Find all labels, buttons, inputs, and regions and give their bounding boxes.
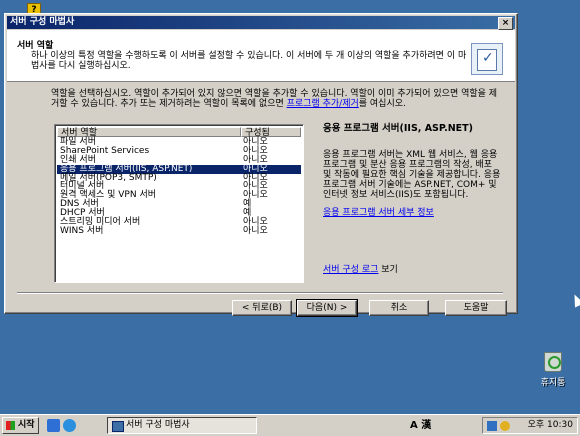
help-button[interactable]: 도움말 (445, 300, 507, 316)
column-header-configured[interactable]: 구성됨 (241, 127, 301, 138)
list-rows: 파일 서버 아니오 SharePoint Services 아니오 인쇄 서버 아니오 응용… (57, 138, 301, 236)
wizard-header: 서버 역할 하나 이상의 특정 역할을 수행하도록 이 서버를 설정할 수 있습… (7, 30, 515, 82)
taskbar-item-server-config-wizard[interactable]: 서버 구성 마법사 (107, 417, 257, 434)
start-button[interactable]: 시작 (2, 417, 39, 434)
language-indicator[interactable]: A 漢 (410, 418, 431, 433)
config-log-line: 서버 구성 로그 보기 (323, 262, 398, 275)
intro-text-after: 를 여십시오. (358, 99, 406, 109)
intro-text: 역할을 선택하십시오. 역할이 추가되어 있지 않으면 역할을 추가할 수 있습… (51, 89, 501, 109)
taskbar: 시작 서버 구성 마법사 A 漢 오후 10:30 (0, 414, 580, 436)
system-tray: 오후 10:30 (482, 417, 578, 434)
cancel-button[interactable]: 취소 (369, 300, 429, 316)
tray-network-icon[interactable] (487, 421, 497, 431)
column-header-role[interactable]: 서버 역할 (57, 127, 241, 138)
recycle-bin-icon (544, 352, 562, 372)
mouse-cursor-icon (569, 292, 580, 308)
header-description: 하나 이상의 특정 역할을 수행하도록 이 서버를 설정할 수 있습니다. 이 … (31, 51, 467, 71)
window-titlebar[interactable]: 서버 구성 마법사 × (7, 16, 515, 30)
list-item[interactable]: WINS 서버 아니오 (57, 225, 301, 236)
header-title: 서버 역할 (17, 41, 54, 51)
role-detail-panel: 응용 프로그램 서버(IIS, ASP.NET) 응용 프로그램 서버는 XML… (323, 120, 501, 275)
back-button[interactable]: < 뒤로(B) (232, 300, 292, 316)
recycle-bin-label: 휴지통 (540, 378, 566, 388)
button-separator (17, 292, 503, 294)
quicklaunch-ie-icon[interactable] (63, 419, 76, 432)
recycle-bin-shortcut[interactable]: 휴지통 (533, 352, 573, 388)
list-item-role: WINS 서버 (60, 225, 104, 236)
intro-text-before: 역할을 선택하십시오. 역할이 추가되어 있지 않으면 역할을 추가할 수 있습… (51, 89, 498, 109)
detail-text: 응용 프로그램 서버는 XML 웹 서비스, 웹 응용 프로그램 및 분산 응용… (323, 150, 501, 200)
list-item-configured: 아니오 (243, 225, 268, 236)
config-log-suffix: 보기 (378, 265, 398, 275)
tray-security-icon[interactable] (500, 421, 510, 431)
add-remove-programs-link[interactable]: 프로그램 추가/제거 (287, 99, 359, 109)
next-button[interactable]: 다음(N) > (296, 299, 358, 317)
quicklaunch-desktop-icon[interactable] (47, 419, 60, 432)
close-button[interactable]: × (498, 17, 513, 30)
server-roles-list[interactable]: 서버 역할 구성됨 파일 서버 아니오 SharePoint Services 아니오… (54, 124, 304, 283)
role-details-link[interactable]: 응용 프로그램 서버 세부 정보 (323, 205, 434, 218)
server-config-wizard-window: 서버 구성 마법사 × 서버 역할 하나 이상의 특정 역할을 수행하도록 이 … (4, 13, 518, 317)
detail-title: 응용 프로그램 서버(IIS, ASP.NET) (323, 123, 473, 134)
taskbar-clock[interactable]: 오후 10:30 (528, 418, 573, 433)
config-log-link[interactable]: 서버 구성 로그 (323, 265, 378, 275)
window-title: 서버 구성 마법사 (10, 17, 75, 27)
wizard-checklist-icon (471, 43, 503, 75)
